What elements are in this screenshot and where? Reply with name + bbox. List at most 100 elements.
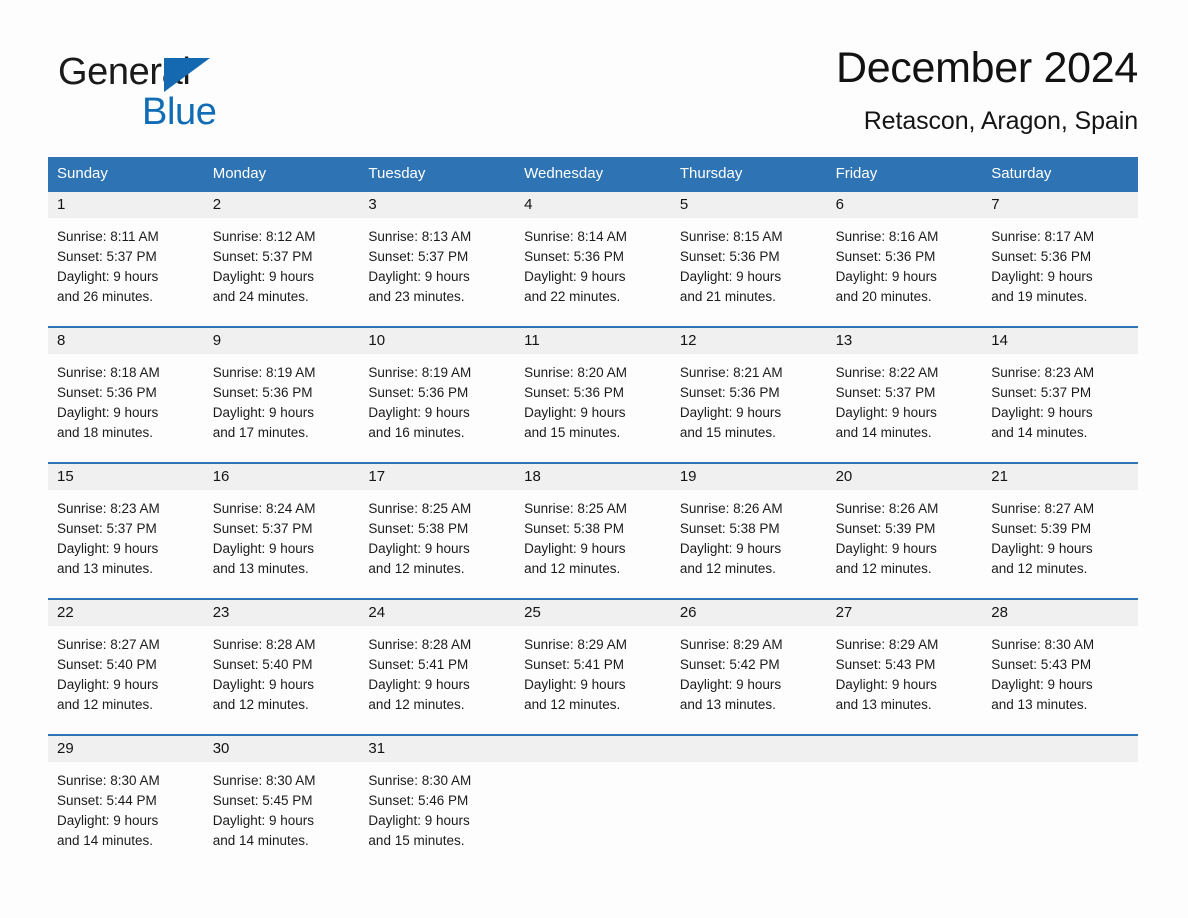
day-number[interactable]: 19 (671, 464, 827, 490)
day-number[interactable]: 31 (359, 736, 515, 762)
day-cell[interactable]: Sunrise: 8:25 AM Sunset: 5:38 PM Dayligh… (515, 490, 671, 598)
day-cell[interactable]: Sunrise: 8:23 AM Sunset: 5:37 PM Dayligh… (982, 354, 1138, 462)
day-number[interactable]: 3 (359, 192, 515, 218)
day-number-empty (827, 736, 983, 762)
day-cell[interactable]: Sunrise: 8:14 AM Sunset: 5:36 PM Dayligh… (515, 218, 671, 326)
day-number[interactable]: 1 (48, 192, 204, 218)
daylight-text-cont: and 14 minutes. (835, 425, 932, 440)
daylight-text-cont: and 13 minutes. (212, 561, 309, 576)
day-number[interactable]: 21 (982, 464, 1138, 490)
page-header: General Blue December 2024 Retascon, Ara… (48, 42, 1138, 147)
sunrise-text: Sunrise: 8:30 AM (57, 773, 160, 788)
day-number[interactable]: 9 (204, 328, 360, 354)
day-number[interactable]: 26 (671, 600, 827, 626)
day-number[interactable]: 22 (48, 600, 204, 626)
daylight-text-cont: and 12 minutes. (524, 697, 621, 712)
daylight-text-cont: and 26 minutes. (57, 289, 154, 304)
day-cell[interactable]: Sunrise: 8:19 AM Sunset: 5:36 PM Dayligh… (359, 354, 515, 462)
day-number[interactable]: 28 (982, 600, 1138, 626)
daylight-text: Daylight: 9 hours (991, 405, 1093, 420)
day-number[interactable]: 8 (48, 328, 204, 354)
day-number[interactable]: 15 (48, 464, 204, 490)
day-number[interactable]: 18 (515, 464, 671, 490)
day-number[interactable]: 17 (359, 464, 515, 490)
day-cell[interactable]: Sunrise: 8:24 AM Sunset: 5:37 PM Dayligh… (204, 490, 360, 598)
sunrise-text: Sunrise: 8:19 AM (368, 365, 472, 380)
day-cell[interactable]: Sunrise: 8:29 AM Sunset: 5:41 PM Dayligh… (515, 626, 671, 734)
logo-triangle-icon (164, 58, 210, 92)
day-cell[interactable]: Sunrise: 8:28 AM Sunset: 5:40 PM Dayligh… (204, 626, 360, 734)
weekday-header-saturday: Saturday (991, 164, 1052, 182)
day-number[interactable]: 11 (515, 328, 671, 354)
daylight-text: Daylight: 9 hours (212, 541, 315, 556)
day-cell[interactable]: Sunrise: 8:29 AM Sunset: 5:42 PM Dayligh… (671, 626, 827, 734)
day-cell[interactable]: Sunrise: 8:20 AM Sunset: 5:36 PM Dayligh… (515, 354, 671, 462)
day-number[interactable]: 23 (204, 600, 360, 626)
generalblue-logo[interactable]: General Blue (58, 50, 318, 136)
sunrise-text: Sunrise: 8:30 AM (991, 637, 1095, 652)
day-number[interactable]: 6 (827, 192, 983, 218)
day-cell[interactable]: Sunrise: 8:23 AM Sunset: 5:37 PM Dayligh… (48, 490, 204, 598)
day-number[interactable]: 14 (982, 328, 1138, 354)
day-number[interactable]: 5 (671, 192, 827, 218)
day-number-empty (671, 736, 827, 762)
sunset-text: Sunset: 5:43 PM (835, 657, 936, 672)
day-number[interactable]: 13 (827, 328, 983, 354)
sunset-text: Sunset: 5:37 PM (57, 249, 157, 264)
daylight-text-cont: and 15 minutes. (679, 425, 776, 440)
day-cell[interactable]: Sunrise: 8:26 AM Sunset: 5:39 PM Dayligh… (827, 490, 983, 598)
day-cell[interactable]: Sunrise: 8:19 AM Sunset: 5:36 PM Dayligh… (204, 354, 360, 462)
day-number[interactable]: 12 (671, 328, 827, 354)
day-number[interactable]: 4 (515, 192, 671, 218)
day-cell[interactable]: Sunrise: 8:26 AM Sunset: 5:38 PM Dayligh… (671, 490, 827, 598)
day-cell[interactable]: Sunrise: 8:21 AM Sunset: 5:36 PM Dayligh… (671, 354, 827, 462)
weekday-header-wednesday: Wednesday (524, 164, 604, 182)
sunset-text: Sunset: 5:36 PM (991, 249, 1092, 264)
day-cell[interactable]: Sunrise: 8:15 AM Sunset: 5:36 PM Dayligh… (671, 218, 827, 326)
sunrise-text: Sunrise: 8:16 AM (835, 229, 939, 244)
sunset-text: Sunset: 5:37 PM (212, 521, 313, 536)
day-cell[interactable]: Sunrise: 8:30 AM Sunset: 5:46 PM Dayligh… (359, 762, 515, 870)
sunset-text: Sunset: 5:40 PM (57, 657, 157, 672)
day-number[interactable]: 27 (827, 600, 983, 626)
daylight-text-cont: and 13 minutes. (57, 561, 154, 576)
week-row: 1 2 3 4 5 6 7 Sunrise: 8:11 AM Sunset: 5… (48, 190, 1138, 326)
daylight-text: Daylight: 9 hours (524, 541, 626, 556)
day-cell[interactable]: Sunrise: 8:30 AM Sunset: 5:43 PM Dayligh… (982, 626, 1138, 734)
daylight-text: Daylight: 9 hours (212, 269, 315, 284)
sunrise-text: Sunrise: 8:27 AM (57, 637, 160, 652)
day-cell[interactable]: Sunrise: 8:28 AM Sunset: 5:41 PM Dayligh… (359, 626, 515, 734)
day-cell[interactable]: Sunrise: 8:11 AM Sunset: 5:37 PM Dayligh… (48, 218, 204, 326)
sunset-text: Sunset: 5:42 PM (679, 657, 780, 672)
day-cell[interactable]: Sunrise: 8:25 AM Sunset: 5:38 PM Dayligh… (359, 490, 515, 598)
week-detail-band: Sunrise: 8:23 AM Sunset: 5:37 PM Dayligh… (48, 490, 1138, 598)
day-number[interactable]: 29 (48, 736, 204, 762)
day-number[interactable]: 20 (827, 464, 983, 490)
day-cell[interactable]: Sunrise: 8:17 AM Sunset: 5:36 PM Dayligh… (982, 218, 1138, 326)
day-number[interactable]: 2 (204, 192, 360, 218)
week-daynumber-band: 22 23 24 25 26 27 28 (48, 600, 1138, 626)
day-cell[interactable]: Sunrise: 8:16 AM Sunset: 5:36 PM Dayligh… (827, 218, 983, 326)
day-number[interactable]: 24 (359, 600, 515, 626)
sunrise-text: Sunrise: 8:20 AM (524, 365, 627, 380)
daylight-text-cont: and 12 minutes. (368, 561, 465, 576)
day-cell[interactable]: Sunrise: 8:30 AM Sunset: 5:44 PM Dayligh… (48, 762, 204, 870)
day-cell[interactable]: Sunrise: 8:30 AM Sunset: 5:45 PM Dayligh… (204, 762, 360, 870)
week-daynumber-band: 1 2 3 4 5 6 7 (48, 192, 1138, 218)
week-row: 8 9 10 11 12 13 14 Sunrise: 8:18 AM Suns… (48, 326, 1138, 462)
day-cell[interactable]: Sunrise: 8:12 AM Sunset: 5:37 PM Dayligh… (204, 218, 360, 326)
day-cell[interactable]: Sunrise: 8:27 AM Sunset: 5:40 PM Dayligh… (48, 626, 204, 734)
day-cell[interactable]: Sunrise: 8:22 AM Sunset: 5:37 PM Dayligh… (827, 354, 983, 462)
day-number[interactable]: 16 (204, 464, 360, 490)
sunset-text: Sunset: 5:41 PM (368, 657, 469, 672)
day-number[interactable]: 7 (982, 192, 1138, 218)
day-number[interactable]: 25 (515, 600, 671, 626)
sunrise-text: Sunrise: 8:30 AM (212, 773, 316, 788)
day-cell[interactable]: Sunrise: 8:27 AM Sunset: 5:39 PM Dayligh… (982, 490, 1138, 598)
sunrise-text: Sunrise: 8:21 AM (679, 365, 783, 380)
day-number[interactable]: 30 (204, 736, 360, 762)
day-cell[interactable]: Sunrise: 8:13 AM Sunset: 5:37 PM Dayligh… (359, 218, 515, 326)
day-cell[interactable]: Sunrise: 8:29 AM Sunset: 5:43 PM Dayligh… (827, 626, 983, 734)
day-number[interactable]: 10 (359, 328, 515, 354)
day-cell[interactable]: Sunrise: 8:18 AM Sunset: 5:36 PM Dayligh… (48, 354, 204, 462)
